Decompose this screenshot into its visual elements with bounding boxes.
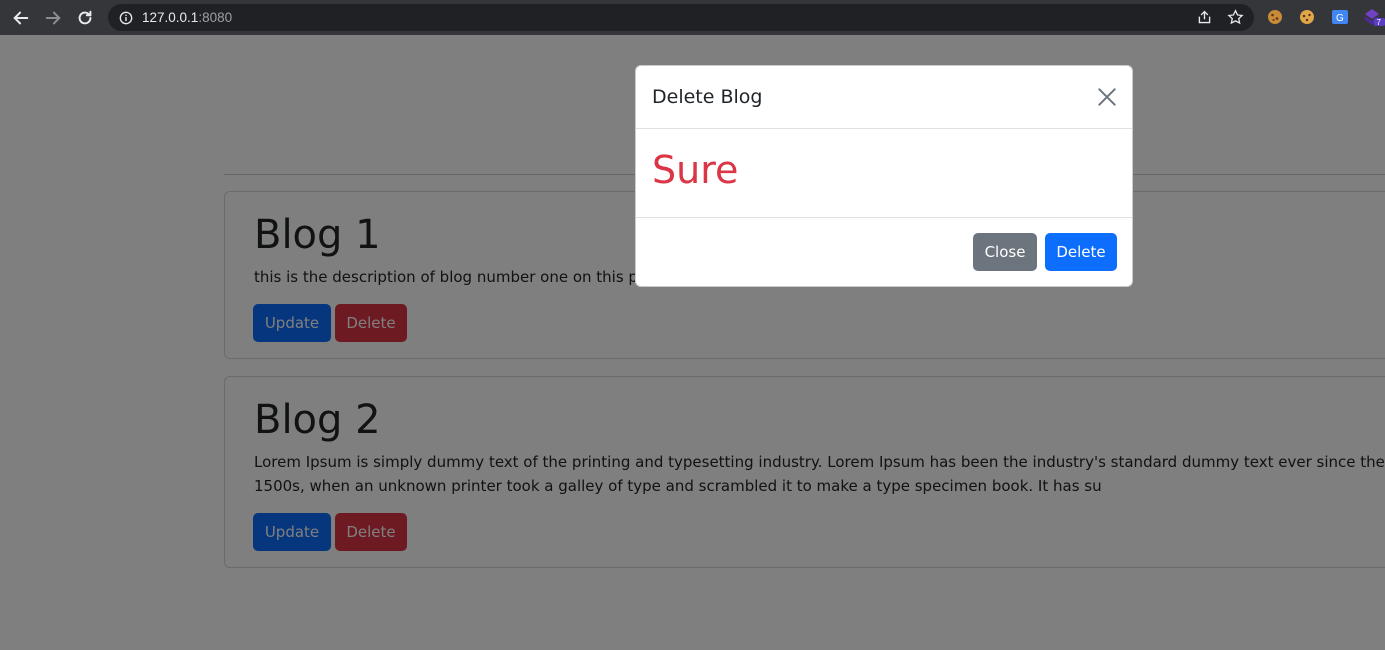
info-icon[interactable] bbox=[119, 11, 133, 25]
cookie-extension-icon[interactable] bbox=[1266, 8, 1284, 26]
close-icon[interactable] bbox=[1096, 86, 1118, 108]
arrow-left-icon bbox=[13, 11, 29, 24]
svg-text:G: G bbox=[1336, 13, 1344, 24]
delete-blog-modal: Delete Blog Sure Close Delete bbox=[635, 65, 1133, 287]
reload-icon bbox=[78, 10, 92, 24]
browser-toolbar: 127.0.0.1:8080 G 7 bbox=[0, 0, 1385, 35]
reload-button[interactable] bbox=[74, 7, 96, 29]
share-icon[interactable] bbox=[1196, 9, 1213, 26]
arrow-right-icon bbox=[45, 11, 61, 24]
url-text[interactable]: 127.0.0.1:8080 bbox=[142, 10, 232, 25]
modal-message: Sure bbox=[652, 148, 739, 192]
address-bar[interactable]: 127.0.0.1:8080 bbox=[108, 4, 1254, 31]
url-port: :8080 bbox=[198, 10, 233, 25]
confirm-delete-button[interactable]: Delete bbox=[1045, 233, 1117, 271]
modal-header: Delete Blog bbox=[636, 66, 1132, 129]
modal-body: Sure bbox=[636, 129, 1132, 218]
modal-title: Delete Blog bbox=[652, 86, 763, 108]
url-host: 127.0.0.1 bbox=[142, 10, 199, 25]
extension-badge-icon[interactable]: 7 bbox=[1363, 8, 1385, 27]
forward-button[interactable] bbox=[42, 7, 64, 29]
cookie-extension-2-icon[interactable] bbox=[1298, 8, 1316, 26]
translate-extension-icon[interactable]: G bbox=[1331, 8, 1349, 26]
modal-footer: Close Delete bbox=[636, 218, 1132, 286]
close-button[interactable]: Close bbox=[973, 233, 1037, 271]
extension-badge-count: 7 bbox=[1377, 18, 1382, 26]
back-button[interactable] bbox=[10, 7, 32, 29]
star-icon[interactable] bbox=[1227, 9, 1244, 26]
